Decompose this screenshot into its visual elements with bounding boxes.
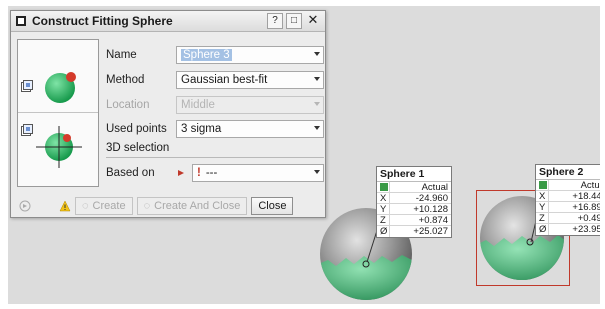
preview-panel — [17, 39, 99, 187]
row-value: +25.027 — [413, 226, 448, 237]
chevron-down-icon — [314, 102, 320, 106]
create-and-close-button[interactable]: ◌ Create And Close — [136, 197, 248, 215]
expand-options-icon[interactable] — [19, 200, 31, 212]
location-select: Middle — [176, 96, 324, 114]
row-value: +10.128 — [413, 204, 448, 215]
sphere-2-label-row-diameter: Ø +23.958 — [536, 224, 600, 235]
chevron-down-icon[interactable] — [314, 170, 320, 174]
row-code: Z — [377, 215, 390, 226]
location-label: Location — [106, 99, 150, 111]
based-on-label: Based on — [106, 167, 155, 179]
dialog-button-bar: ◌ Create ◌ Create And Close Close — [11, 195, 325, 217]
close-button-label: Close — [258, 200, 287, 212]
warning-exclamation-icon: ! — [197, 167, 201, 179]
used-points-value: 3 sigma — [181, 123, 222, 135]
sphere-2-label-row-z: Z +0.497 — [536, 213, 600, 224]
label-status-icon — [380, 183, 388, 191]
sphere-2-label-row-y: Y +16.892 — [536, 202, 600, 213]
row-code: Ø — [536, 224, 549, 235]
row-code: Y — [377, 204, 390, 215]
row-code: Y — [536, 202, 549, 213]
location-row: Location Middle — [106, 95, 324, 115]
sphere-1-label[interactable]: Sphere 1 Actual X -24.960 Y +10.128 Z +0… — [376, 166, 452, 238]
sphere-1-label-row-diameter: Ø +25.027 — [377, 226, 451, 237]
close-icon[interactable]: ✕ — [305, 13, 321, 29]
based-on-row: Based on ! --- — [106, 163, 324, 183]
row-code: X — [377, 193, 390, 204]
sphere-1-label-row-z: Z +0.874 — [377, 215, 451, 226]
3d-viewport[interactable]: Sphere 1 Actual X -24.960 Y +10.128 Z +0… — [8, 6, 600, 304]
create-and-close-icon: ◌ — [143, 200, 151, 212]
row-value: +0.497 — [577, 213, 600, 224]
sphere-2-label-header: Actual — [580, 180, 600, 191]
maximize-button[interactable]: □ — [286, 13, 302, 29]
sphere-2-label-header-row: Actual — [536, 180, 600, 191]
section-3d-selection: 3D selection — [106, 142, 170, 154]
dialog-titlebar[interactable]: Construct Fitting Sphere ? □ ✕ — [11, 11, 325, 32]
row-code: Z — [536, 213, 549, 224]
preview-divider — [18, 112, 98, 113]
row-code: X — [536, 191, 549, 202]
row-value: +18.447 — [572, 191, 600, 202]
create-button[interactable]: ◌ Create — [75, 197, 133, 215]
play-arrow-icon[interactable] — [176, 168, 186, 178]
row-code: Ø — [377, 226, 390, 237]
chevron-down-icon[interactable] — [314, 52, 320, 56]
label-status-icon — [539, 181, 547, 189]
sphere-1-label-title: Sphere 1 — [377, 167, 451, 182]
sphere-1-label-row-x: X -24.960 — [377, 193, 451, 204]
sphere-1-label-row-y: Y +10.128 — [377, 204, 451, 215]
row-value: -24.960 — [415, 193, 448, 204]
used-points-row: Used points 3 sigma — [106, 119, 324, 139]
sphere-2-label-row-x: X +18.447 — [536, 191, 600, 202]
dialog-title: Construct Fitting Sphere — [32, 14, 173, 28]
sphere-1-label-header-row: Actual — [377, 182, 451, 193]
row-value: +16.892 — [572, 202, 600, 213]
chevron-down-icon[interactable] — [314, 77, 320, 81]
method-row: Method Gaussian best-fit — [106, 70, 324, 90]
name-row: Name Sphere 3 — [106, 45, 324, 65]
sphere-crosshair-preview-icon — [36, 126, 82, 168]
sphere-2-label-title: Sphere 2 — [536, 165, 600, 180]
sphere-1-label-header: Actual — [421, 182, 448, 193]
create-icon: ◌ — [82, 200, 89, 212]
sphere-type-icon[interactable] — [21, 80, 33, 92]
construct-fitting-sphere-dialog: Construct Fitting Sphere ? □ ✕ Name Sphe… — [10, 10, 326, 218]
sphere-2-label[interactable]: Sphere 2 Actual X +18.447 Y +16.892 Z +0… — [535, 164, 600, 236]
name-label: Name — [106, 49, 137, 61]
name-field[interactable]: Sphere 3 — [176, 46, 324, 64]
method-label: Method — [106, 74, 145, 86]
help-button[interactable]: ? — [267, 13, 283, 29]
section-divider — [106, 157, 324, 158]
sphere-preview-icon — [45, 72, 76, 103]
close-button[interactable]: Close — [251, 197, 294, 215]
row-value: +23.958 — [572, 224, 600, 235]
method-select[interactable]: Gaussian best-fit — [176, 71, 324, 89]
create-and-close-button-label: Create And Close — [154, 200, 241, 212]
used-points-label: Used points — [106, 123, 167, 135]
chevron-down-icon[interactable] — [314, 126, 320, 130]
based-on-value: --- — [205, 167, 218, 179]
location-value: Middle — [181, 99, 215, 111]
window-icon — [16, 16, 26, 26]
method-value: Gaussian best-fit — [181, 74, 268, 86]
used-points-select[interactable]: 3 sigma — [176, 120, 324, 138]
create-button-label: Create — [92, 200, 126, 212]
name-value: Sphere 3 — [181, 49, 232, 61]
sphere-center-type-icon[interactable] — [21, 124, 33, 136]
row-value: +0.874 — [418, 215, 448, 226]
warning-icon — [59, 200, 71, 212]
based-on-select[interactable]: ! --- — [192, 164, 324, 182]
